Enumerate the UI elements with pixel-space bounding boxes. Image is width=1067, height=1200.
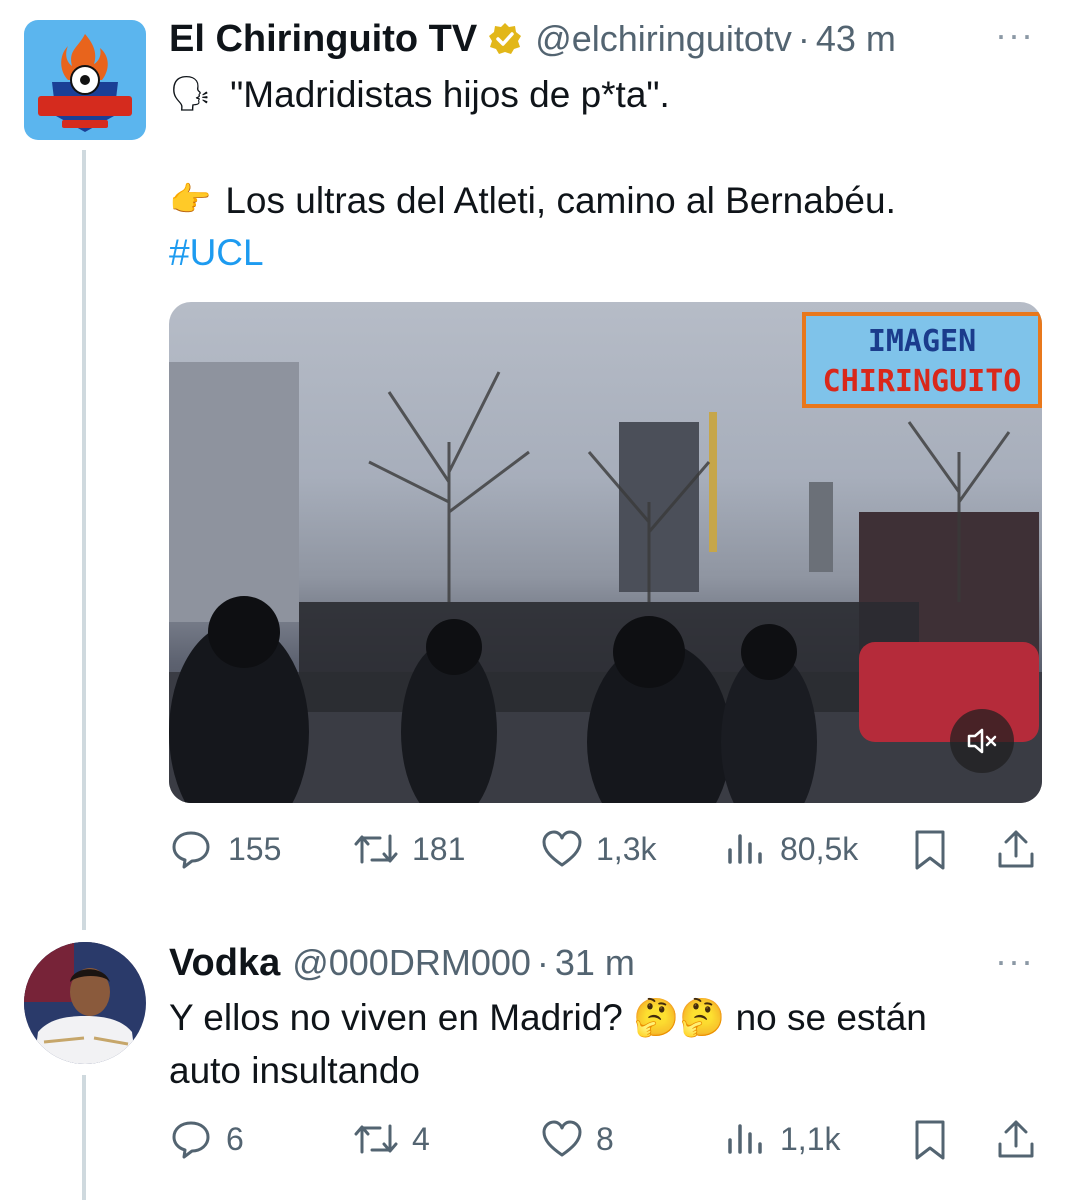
body-text: Los ultras del Atleti, camino al Bernabé… <box>225 180 896 221</box>
retweet-count: 181 <box>412 830 466 867</box>
heart-icon <box>542 830 582 867</box>
views-icon <box>728 1124 762 1154</box>
separator-dot: · <box>797 18 810 59</box>
retweet-button[interactable]: 181 <box>352 828 465 870</box>
chiringuito-logo <box>38 34 132 132</box>
more-options-icon[interactable]: ··· <box>995 14 1034 56</box>
views-icon <box>728 834 762 864</box>
thread-line <box>82 1075 86 1200</box>
views-count: 1,1k <box>780 1120 841 1157</box>
views-count: 80,5k <box>780 830 859 867</box>
reply-button[interactable]: 155 <box>170 828 281 870</box>
timestamp[interactable]: 31 m <box>555 942 635 984</box>
more-options-icon[interactable]: ··· <box>995 940 1034 982</box>
user-handle[interactable]: @000DRM000 <box>292 942 531 984</box>
hashtag-link[interactable]: #UCL <box>169 226 264 279</box>
profile-photo <box>24 942 146 1064</box>
bookmark-button[interactable] <box>912 828 948 872</box>
mute-icon[interactable] <box>950 709 1014 773</box>
speaking-head-icon: 🗣 <box>169 75 213 113</box>
reply-icon <box>172 831 210 869</box>
tweet-text-line: 👉 Los ultras del Atleti, camino al Berna… <box>169 174 896 227</box>
avatar[interactable] <box>24 20 146 140</box>
share-button[interactable] <box>996 1118 1036 1162</box>
quote-text: "Madridistas hijos de p*ta". <box>230 74 670 115</box>
share-button[interactable] <box>996 828 1036 872</box>
bookmark-icon <box>915 1120 945 1160</box>
retweet-icon <box>354 1124 398 1154</box>
display-name[interactable]: Vodka <box>169 942 280 985</box>
separator-dot: · <box>536 942 549 983</box>
verified-badge-icon <box>487 21 523 57</box>
reply-icon <box>172 1121 210 1159</box>
like-button[interactable]: 1,3k <box>540 828 656 870</box>
heart-icon <box>542 1120 582 1157</box>
pointing-hand-icon: 👉 <box>169 181 212 219</box>
timestamp[interactable]: 43 m <box>816 18 896 60</box>
reply-count: 6 <box>226 1120 244 1157</box>
bookmark-icon <box>915 830 945 870</box>
bookmark-button[interactable] <box>912 1118 948 1162</box>
like-count: 1,3k <box>596 830 657 867</box>
views-button[interactable]: 1,1k <box>726 1118 840 1160</box>
like-count: 8 <box>596 1120 614 1157</box>
share-icon <box>998 1120 1034 1158</box>
tweet-text-line: 🗣 "Madridistas hijos de p*ta". <box>169 68 670 121</box>
overlay-logo: IMAGEN CHIRINGUITO <box>802 312 1042 408</box>
user-handle[interactable]: @elchiringuitotv <box>535 18 792 60</box>
reply-button[interactable]: 6 <box>170 1118 244 1160</box>
share-icon <box>998 830 1034 868</box>
display-name[interactable]: El Chiringuito TV <box>169 18 477 61</box>
views-button[interactable]: 80,5k <box>726 828 858 870</box>
tweet-text-line: auto insultando <box>169 1050 420 1091</box>
video-player[interactable]: IMAGEN CHIRINGUITO <box>169 302 1042 803</box>
retweet-count: 4 <box>412 1120 430 1157</box>
avatar[interactable] <box>24 942 146 1064</box>
retweet-icon <box>354 834 398 864</box>
reply-count: 155 <box>228 830 282 867</box>
retweet-button[interactable]: 4 <box>352 1118 430 1160</box>
tweet-header: El Chiringuito TV @elchiringuitotv · 43 … <box>169 16 896 62</box>
thread-line <box>82 150 86 930</box>
overlay-top-text: IMAGEN <box>867 324 977 359</box>
like-button[interactable]: 8 <box>540 1118 614 1160</box>
tweet-text-line: Y ellos no viven en Madrid? 🤔🤔 no se est… <box>169 997 927 1038</box>
tweet-header: Vodka @000DRM000 · 31 m <box>169 940 635 986</box>
overlay-bottom-text: CHIRINGUITO <box>822 364 1022 399</box>
